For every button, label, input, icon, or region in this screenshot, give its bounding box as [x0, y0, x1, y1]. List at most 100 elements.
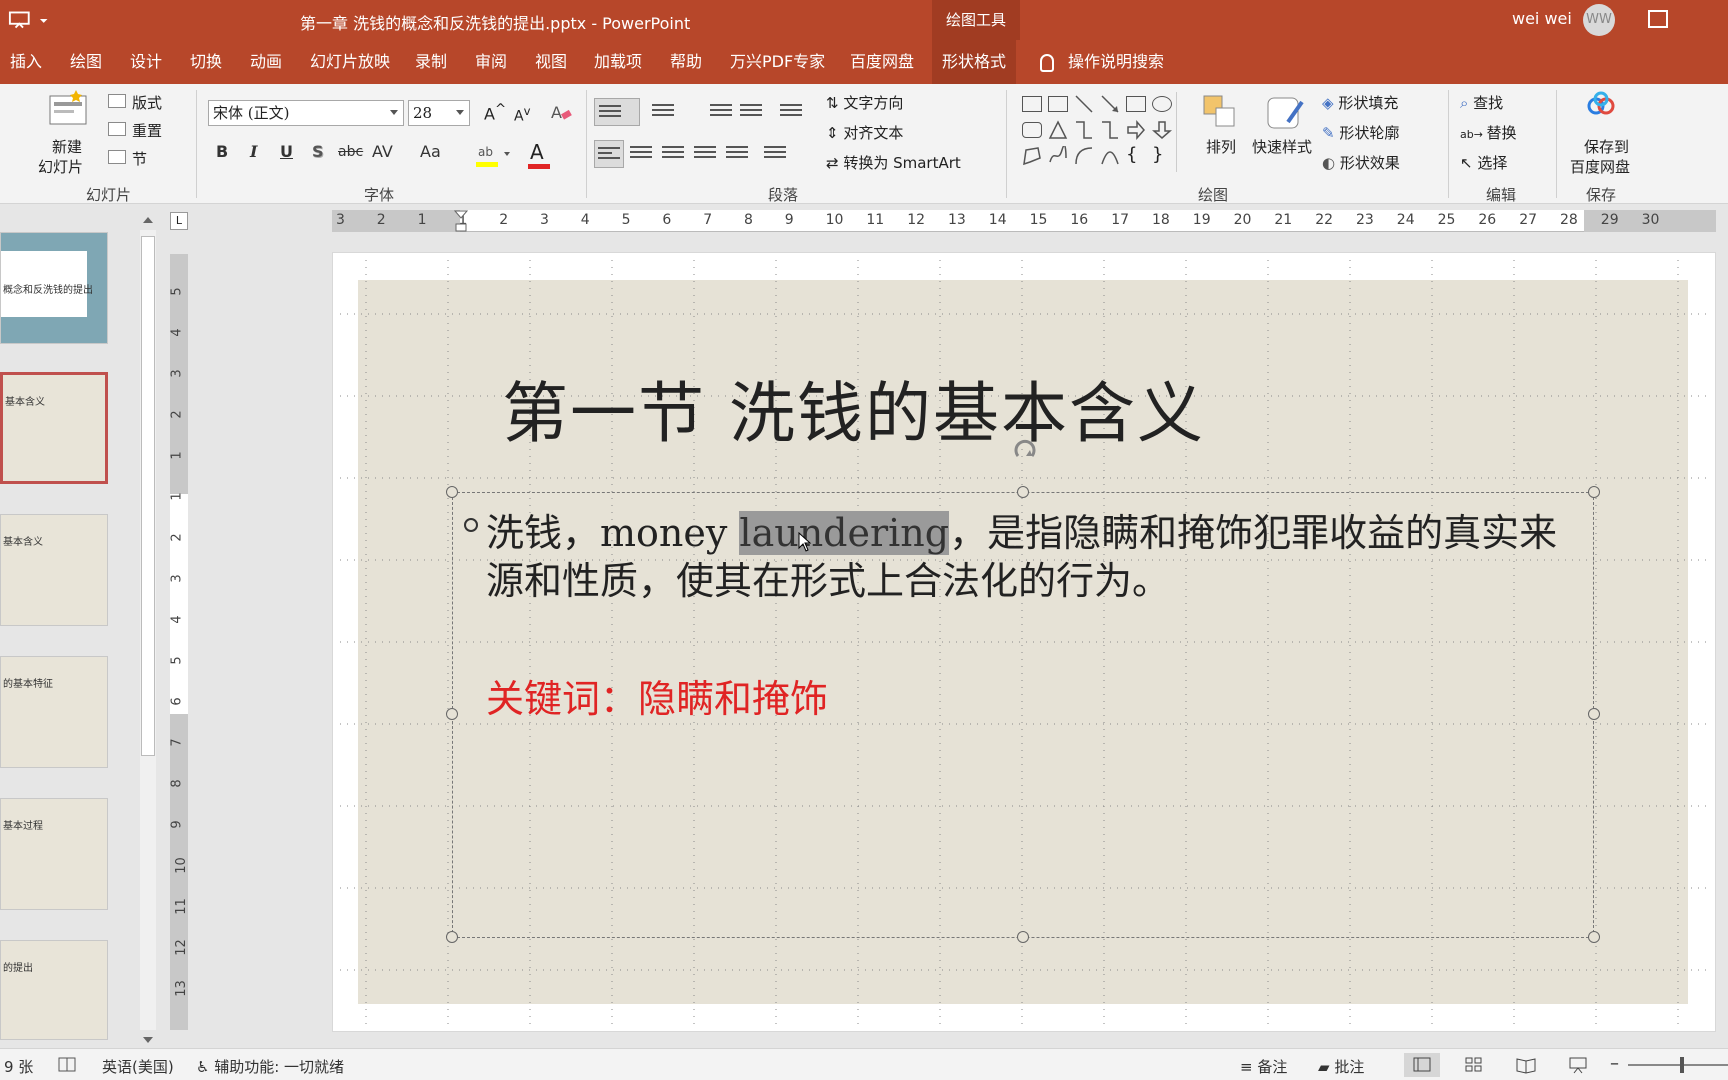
- tab-shape-format[interactable]: 形状格式: [932, 40, 1017, 84]
- horizontal-ruler[interactable]: 3 2 1 1 2 3 4 5 6 7 8 9 10 11 12 13 14 15 16 17 18 19 20 21 22 23…: [332, 210, 1716, 232]
- down-arrow-icon[interactable]: [1152, 120, 1172, 140]
- spelling-check-icon[interactable]: [58, 1057, 76, 1073]
- resize-handle[interactable]: [1588, 931, 1600, 943]
- scribble-icon[interactable]: [1048, 146, 1068, 166]
- underline-button[interactable]: U: [280, 142, 293, 161]
- reading-view-button[interactable]: [1508, 1053, 1544, 1077]
- align-center-icon[interactable]: [630, 146, 652, 162]
- thumbnail-scrollbar[interactable]: [138, 214, 158, 1044]
- user-name[interactable]: wei wei: [1512, 9, 1572, 28]
- font-size-combo[interactable]: 28: [408, 100, 470, 126]
- strikethrough-button[interactable]: abc: [338, 144, 363, 160]
- left-brace-icon[interactable]: {: [1126, 144, 1137, 165]
- shapes-gallery[interactable]: { }: [1018, 90, 1190, 176]
- notes-button[interactable]: ≡ 备注: [1240, 1056, 1287, 1077]
- comments-button[interactable]: ▰ 批注: [1318, 1056, 1364, 1077]
- arrow-line-icon[interactable]: [1100, 94, 1120, 114]
- tab-review[interactable]: 审阅: [475, 40, 507, 84]
- slide-thumbnail[interactable]: 的基本特征: [0, 656, 108, 768]
- tell-me-search[interactable]: 操作说明搜索: [1040, 40, 1164, 84]
- italic-button[interactable]: I: [250, 142, 257, 161]
- slide-thumbnail[interactable]: 基本过程: [0, 798, 108, 910]
- align-right-icon[interactable]: [662, 146, 684, 162]
- quick-styles-button[interactable]: 快速样式: [1252, 136, 1312, 157]
- slide-thumbnail[interactable]: 基本含义: [0, 514, 108, 626]
- body-text-line-1[interactable]: 洗钱，money laundering，是指隐瞒和掩饰犯罪收益的真实来: [486, 502, 1557, 557]
- save-to-baidu-label-1[interactable]: 保存到: [1584, 136, 1629, 157]
- bullets-button[interactable]: [594, 98, 640, 126]
- line-icon[interactable]: [1074, 94, 1094, 114]
- tab-transitions[interactable]: 切换: [190, 40, 222, 84]
- tab-insert[interactable]: 插入: [10, 40, 42, 84]
- selected-text[interactable]: laundering: [739, 511, 950, 555]
- text-direction-button[interactable]: ⇅ 文字方向: [826, 92, 903, 113]
- oval-icon[interactable]: [1152, 96, 1172, 112]
- gallery-scroll[interactable]: [1176, 92, 1188, 172]
- font-color-button[interactable]: A: [530, 140, 544, 164]
- tab-selector[interactable]: L: [170, 212, 188, 230]
- decrease-indent-icon[interactable]: [710, 104, 732, 120]
- freeform-icon[interactable]: [1022, 146, 1042, 166]
- font-name-combo[interactable]: 宋体 (正文): [208, 100, 404, 126]
- slide-title[interactable]: 第一节 洗钱的基本含义: [502, 360, 1205, 456]
- resize-handle[interactable]: [446, 486, 458, 498]
- section-button[interactable]: 节: [132, 148, 147, 169]
- resize-handle[interactable]: [1588, 486, 1600, 498]
- tab-wondershare-pdf[interactable]: 万兴PDF专家: [730, 40, 825, 84]
- bold-button[interactable]: B: [216, 142, 228, 161]
- slideshow-button[interactable]: [1560, 1053, 1596, 1077]
- arrange-button[interactable]: 排列: [1206, 136, 1236, 157]
- tab-animations[interactable]: 动画: [250, 40, 282, 84]
- zoom-slider[interactable]: [1628, 1064, 1728, 1066]
- character-spacing-button[interactable]: AV: [372, 142, 393, 161]
- tab-design[interactable]: 设计: [130, 40, 162, 84]
- scroll-up-icon[interactable]: [142, 214, 154, 226]
- tab-draw[interactable]: 绘图: [70, 40, 102, 84]
- layout-button[interactable]: 版式: [132, 92, 162, 113]
- arrange-icon[interactable]: [1202, 94, 1238, 130]
- zoom-out-icon[interactable]: –: [1610, 1053, 1619, 1074]
- text-shadow-button[interactable]: S: [312, 142, 324, 161]
- right-arrow-icon[interactable]: [1126, 120, 1146, 140]
- elbow-connector-icon[interactable]: [1074, 120, 1094, 140]
- rounded-rectangle-icon[interactable]: [1022, 122, 1042, 138]
- triangle-icon[interactable]: [1048, 120, 1068, 140]
- distributed-icon[interactable]: [726, 146, 748, 162]
- rotate-handle-icon[interactable]: [1010, 436, 1040, 466]
- vertical-ruler[interactable]: 5 4 3 2 1 1 2 3 4 5 6 7 8 9 10 11 12 13: [170, 254, 189, 1030]
- align-text-button[interactable]: ⇕ 对齐文本: [826, 122, 903, 143]
- indent-marker-icon[interactable]: [454, 210, 468, 232]
- increase-font-size-icon[interactable]: A^: [484, 102, 506, 123]
- scroll-thumb[interactable]: [141, 236, 155, 756]
- replace-button[interactable]: ab→ 替换: [1460, 122, 1516, 143]
- new-slide-label-1[interactable]: 新建: [52, 136, 82, 157]
- body-text-line-2[interactable]: 源和性质，使其在形式上合法化的行为。: [486, 550, 1170, 605]
- slide-thumbnail[interactable]: 概念和反洗钱的提出: [0, 232, 108, 344]
- tab-record[interactable]: 录制: [415, 40, 447, 84]
- align-left-button[interactable]: [594, 140, 624, 168]
- ribbon-display-options-icon[interactable]: [1648, 10, 1668, 28]
- new-slide-icon[interactable]: [46, 90, 90, 130]
- text-box-icon[interactable]: [1022, 96, 1042, 112]
- right-brace-icon[interactable]: }: [1152, 144, 1163, 165]
- decrease-font-size-icon[interactable]: Av: [514, 104, 530, 125]
- curve-icon[interactable]: [1100, 146, 1120, 166]
- convert-smartart-button[interactable]: ⇄ 转换为 SmartArt: [826, 152, 961, 173]
- find-button[interactable]: ⌕ 查找: [1460, 92, 1503, 113]
- normal-view-button[interactable]: [1404, 1053, 1440, 1077]
- tab-help[interactable]: 帮助: [670, 40, 702, 84]
- rectangle-icon[interactable]: [1126, 96, 1146, 112]
- vertical-text-box-icon[interactable]: [1048, 96, 1068, 112]
- elbow-arrow-icon[interactable]: [1100, 120, 1120, 140]
- baidu-cloud-icon[interactable]: [1586, 90, 1616, 120]
- increase-indent-icon[interactable]: [740, 104, 762, 120]
- slideshow-start-icon[interactable]: [8, 10, 31, 30]
- shape-effects-button[interactable]: ◐ 形状效果: [1322, 152, 1400, 173]
- justify-icon[interactable]: [694, 146, 716, 162]
- language-indicator[interactable]: 英语(美国): [102, 1056, 174, 1077]
- resize-handle[interactable]: [1588, 708, 1600, 720]
- resize-handle[interactable]: [446, 931, 458, 943]
- customize-toolbar-icon[interactable]: [39, 15, 48, 25]
- tab-slideshow[interactable]: 幻灯片放映: [310, 40, 390, 84]
- quick-styles-icon[interactable]: [1262, 92, 1306, 132]
